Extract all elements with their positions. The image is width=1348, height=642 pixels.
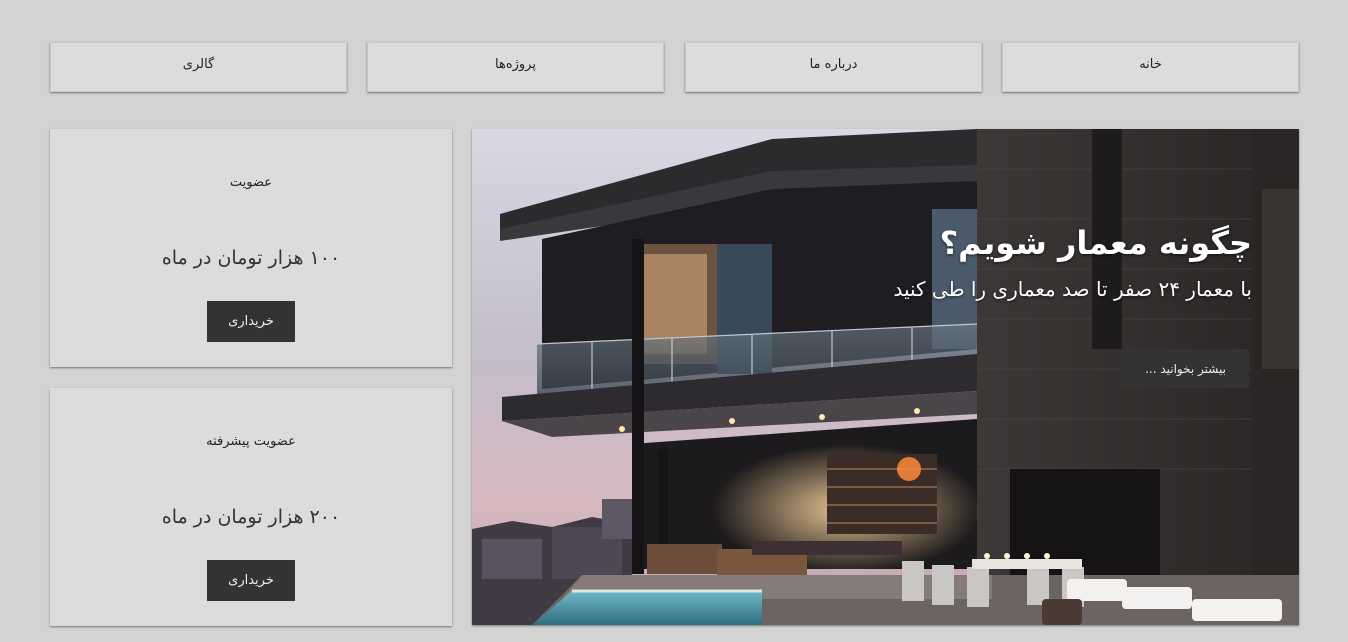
plan-card-basic: عضویت ۱۰۰ هزار تومان در ماه خریداری (50, 129, 452, 367)
nav-item-projects[interactable]: پروژه‌ها (367, 42, 664, 92)
plan-title: عضویت پیشرفته (206, 434, 296, 449)
nav-item-label: خانه (1139, 56, 1162, 72)
nav-item-label: درباره ما (809, 56, 858, 72)
read-more-button[interactable]: بیشتر بخوانید ... (1122, 349, 1249, 388)
hero-subtitle: با معمار ۲۴ صفر تا صد معماری را طی کنید (893, 277, 1252, 301)
hero-banner: چگونه معمار شویم؟ با معمار ۲۴ صفر تا صد … (472, 129, 1299, 625)
nav-item-label: گالری (182, 56, 215, 72)
buy-button[interactable]: خریداری (207, 560, 295, 601)
nav-item-gallery[interactable]: گالری (50, 42, 347, 92)
nav-item-home[interactable]: خانه (1002, 42, 1299, 92)
nav-item-about[interactable]: درباره ما (685, 42, 982, 92)
plan-title: عضویت (229, 175, 273, 190)
plan-card-advanced: عضویت پیشرفته ۲۰۰ هزار تومان در ماه خرید… (50, 388, 452, 626)
nav-item-label: پروژه‌ها (495, 56, 536, 72)
buy-button[interactable]: خریداری (207, 301, 295, 342)
hero-text-block: چگونه معمار شویم؟ با معمار ۲۴ صفر تا صد … (893, 221, 1252, 303)
plan-price: ۲۰۰ هزار تومان در ماه (161, 506, 341, 528)
hero-title: چگونه معمار شویم؟ (939, 224, 1252, 262)
plan-price: ۱۰۰ هزار تومان در ماه (161, 247, 341, 269)
